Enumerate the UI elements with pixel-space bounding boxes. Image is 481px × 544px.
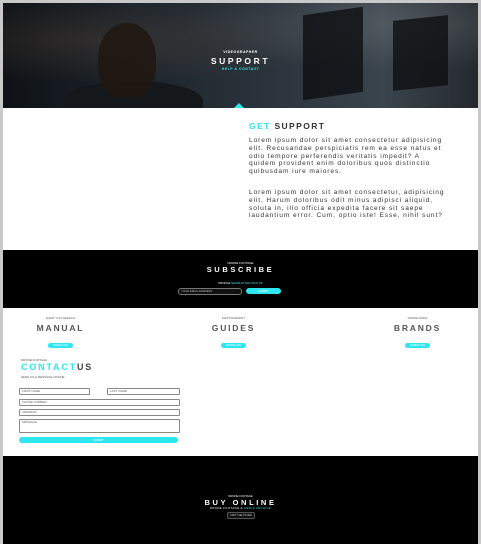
hero-subtitle: HELP & CONTACT [221, 67, 260, 71]
buy-subtitle-prefix: DRONE FOOTAGE & [209, 506, 243, 510]
contact-submit-button[interactable]: SUBMIT [19, 437, 178, 443]
contact-title-accent: CONTACT [21, 362, 77, 372]
visit-store-button[interactable]: VISIT THE STORE [227, 512, 255, 519]
resource-pretitle: WHAT YOU SEARCH [45, 316, 76, 320]
resource-title: MANUAL [36, 323, 85, 333]
hero-banner: VIDEOGRAPHER SUPPORT HELP & CONTACT [3, 3, 478, 108]
contact-title-rest: US [76, 362, 94, 372]
buy-online-section: DRONE FOOTAGE BUY ONLINE DRONE FOOTAGE &… [3, 456, 478, 544]
first-name-field[interactable]: FIRST NAME [19, 388, 90, 395]
resource-pretitle: PHOTOGRAPHY [221, 316, 246, 320]
subscribe-note: PROFILE NEWSLETTER SIGN-UP [3, 281, 478, 285]
subscribe-title: SUBSCRIBE [206, 265, 275, 274]
resource-download-button[interactable]: DOWNLOAD [48, 343, 73, 348]
last-name-field[interactable]: LAST NAME [107, 388, 180, 395]
hero-title: SUPPORT [210, 56, 271, 66]
page: VIDEOGRAPHER SUPPORT HELP & CONTACT GET … [3, 3, 478, 544]
support-paragraph: Lorem ipsum dolor sit amet consectetur a… [249, 137, 443, 176]
resource-title: GUIDES [211, 323, 256, 333]
subscribe-submit-button[interactable]: SUBMIT [246, 288, 281, 294]
resource-guides: PHOTOGRAPHY GUIDES DOWNLOAD [206, 316, 261, 351]
contact-title: CONTACTUS [21, 362, 93, 372]
resource-download-button[interactable]: DOWNLOAD [405, 343, 430, 348]
hero-pretitle: VIDEOGRAPHER [223, 50, 258, 54]
buy-subtitle-accent: MEDIA ARCHIVE [244, 506, 272, 510]
support-heading-accent: GET [249, 121, 271, 131]
subscribe-note-prefix: PROFILE [218, 281, 231, 285]
support-heading-rest: SUPPORT [274, 121, 326, 131]
address-field[interactable]: ADDRESS [19, 409, 180, 416]
resource-title: BRANDS [393, 323, 442, 333]
subscribe-note-accent: NEWSLETTER SIGN-UP [231, 281, 263, 285]
resource-download-button[interactable]: DOWNLOAD [221, 343, 246, 348]
buy-subtitle: DRONE FOOTAGE & MEDIA ARCHIVE [3, 506, 478, 510]
hero-arrow-icon [234, 103, 244, 108]
resource-brands: DOWNLOADS BRANDS DOWNLOAD [390, 316, 445, 351]
contact-subtitle: SEND US A MESSAGE ONLINE [21, 375, 65, 379]
subscribe-email-input[interactable]: YOUR EMAIL ADDRESS [178, 288, 242, 295]
resource-manual: WHAT YOU SEARCH MANUAL DOWNLOAD [33, 316, 88, 351]
support-heading: GET SUPPORT [249, 121, 325, 131]
support-paragraph: Lorem ipsum dolor sit amet consectetur, … [249, 189, 445, 220]
resource-pretitle: DOWNLOADS [407, 316, 428, 320]
phone-field[interactable]: PHONE NUMBER [19, 399, 180, 406]
message-field[interactable]: MESSAGE [19, 419, 180, 433]
subscribe-section: DRONE FOOTAGE SUBSCRIBE PROFILE NEWSLETT… [3, 250, 478, 308]
